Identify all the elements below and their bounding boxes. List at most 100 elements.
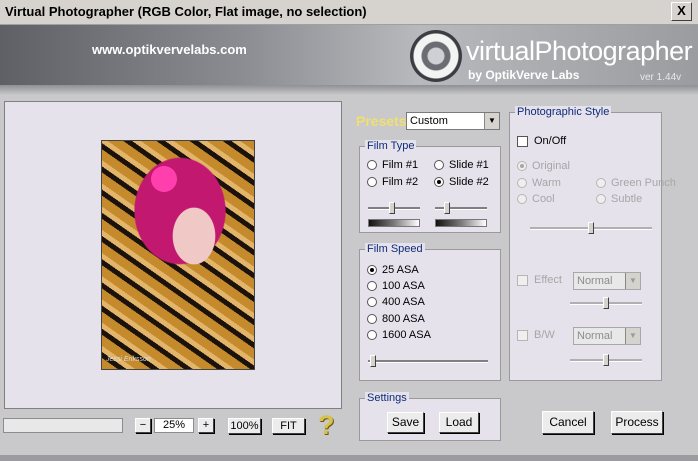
radio-25-asa[interactable]: 25 ASA — [367, 264, 419, 276]
radio-100-asa[interactable]: 100 ASA — [367, 280, 425, 292]
photographic-style-label: Photographic Style — [515, 106, 612, 118]
logo-title: virtualPhotographer — [466, 36, 693, 66]
radio-1600-asa-dot[interactable] — [367, 330, 377, 340]
onoff-checkbox-box[interactable] — [517, 135, 528, 147]
zoom-out-button[interactable]: − — [135, 418, 151, 433]
process-button[interactable]: Process — [611, 411, 663, 434]
photo-content — [102, 141, 254, 369]
logo-lens-icon — [410, 30, 462, 82]
presets-dropdown[interactable]: Custom ▼ — [406, 112, 500, 130]
bw-slider-thumb[interactable] — [603, 354, 609, 366]
zoom-in-button[interactable]: + — [198, 418, 214, 433]
film-speed-slider[interactable] — [368, 355, 488, 367]
style-original-dot[interactable] — [517, 161, 527, 171]
radio-film-2[interactable]: Film #2 — [367, 176, 418, 188]
radio-slide-2-dot[interactable] — [434, 177, 444, 187]
radio-100-asa-dot[interactable] — [367, 281, 377, 291]
slide-gradient-bar — [435, 219, 487, 227]
radio-25-asa-label: 25 ASA — [382, 264, 419, 276]
radio-1600-asa-label: 1600 ASA — [382, 329, 431, 341]
film-type-label: Film Type — [365, 140, 417, 152]
cancel-button[interactable]: Cancel — [542, 411, 594, 434]
title-bar: Virtual Photographer (RGB Color, Flat im… — [0, 0, 698, 25]
onoff-checkbox[interactable]: On/Off — [517, 135, 566, 147]
website-link[interactable]: www.optikvervelabs.com — [92, 42, 247, 57]
bw-value: Normal — [577, 330, 613, 342]
radio-400-asa-label: 400 ASA — [382, 296, 425, 308]
load-button[interactable]: Load — [439, 412, 479, 433]
bw-slider[interactable] — [570, 354, 642, 366]
radio-400-asa-dot[interactable] — [367, 297, 377, 307]
radio-25-asa-dot[interactable] — [367, 265, 377, 275]
window-title: Virtual Photographer (RGB Color, Flat im… — [5, 4, 367, 19]
radio-800-asa-dot[interactable] — [367, 314, 377, 324]
style-warm[interactable]: Warm — [517, 177, 561, 189]
film-gradient-bar — [368, 219, 420, 227]
preview-panel: Jessi Eriksson — [4, 101, 342, 409]
radio-slide-2-label: Slide #2 — [449, 176, 489, 188]
close-button[interactable]: X — [671, 2, 692, 21]
save-button[interactable]: Save — [387, 412, 424, 433]
help-icon[interactable]: ? — [318, 410, 335, 441]
effect-slider-thumb[interactable] — [603, 297, 609, 309]
slide-slider-thumb[interactable] — [444, 202, 450, 214]
style-slider-thumb[interactable] — [588, 222, 594, 234]
style-warm-label: Warm — [532, 177, 561, 189]
settings-label: Settings — [365, 392, 409, 404]
radio-slide-1-label: Slide #1 — [449, 159, 489, 171]
settings-group: Settings — [359, 392, 501, 441]
style-subtle-dot[interactable] — [596, 194, 606, 204]
style-cool-label: Cool — [532, 193, 555, 205]
bw-dropdown[interactable]: Normal ▼ — [573, 327, 641, 345]
film-slider-thumb[interactable] — [389, 202, 395, 214]
radio-slide-1[interactable]: Slide #1 — [434, 159, 489, 171]
radio-film-2-label: Film #2 — [382, 176, 419, 188]
radio-1600-asa[interactable]: 1600 ASA — [367, 329, 431, 341]
bw-label: B/W — [534, 329, 555, 341]
progress-bar — [3, 418, 123, 433]
logo-subtitle: by OptikVerve Labs — [468, 68, 580, 82]
film-slider[interactable] — [368, 202, 420, 214]
style-green-punch-dot[interactable] — [596, 178, 606, 188]
preview-image: Jessi Eriksson — [101, 140, 255, 370]
style-subtle[interactable]: Subtle — [596, 193, 642, 205]
style-green-punch[interactable]: Green Punch — [596, 177, 676, 189]
film-speed-slider-thumb[interactable] — [370, 355, 376, 367]
radio-film-1-label: Film #1 — [382, 159, 419, 171]
film-speed-label: Film Speed — [365, 243, 425, 255]
effect-checkbox-box[interactable] — [517, 274, 528, 286]
effect-slider[interactable] — [570, 297, 642, 309]
radio-slide-1-dot[interactable] — [434, 160, 444, 170]
radio-400-asa[interactable]: 400 ASA — [367, 296, 425, 308]
style-green-punch-label: Green Punch — [611, 177, 676, 189]
bottom-border — [0, 455, 698, 461]
zoom-fit-button[interactable]: FIT — [272, 418, 305, 434]
radio-100-asa-label: 100 ASA — [382, 280, 425, 292]
effect-checkbox[interactable]: Effect — [517, 274, 562, 286]
presets-label: Presets — [356, 113, 407, 129]
plugin-window: Virtual Photographer (RGB Color, Flat im… — [0, 0, 698, 461]
style-cool-dot[interactable] — [517, 194, 527, 204]
effect-dropdown[interactable]: Normal ▼ — [573, 272, 641, 290]
style-original[interactable]: Original — [517, 160, 570, 172]
chevron-down-icon[interactable]: ▼ — [625, 328, 640, 344]
style-cool[interactable]: Cool — [517, 193, 555, 205]
radio-film-1-dot[interactable] — [367, 160, 377, 170]
chevron-down-icon[interactable]: ▼ — [625, 273, 640, 289]
zoom-100-button[interactable]: 100% — [228, 418, 261, 434]
style-slider[interactable] — [530, 222, 652, 234]
chevron-down-icon[interactable]: ▼ — [484, 113, 499, 129]
radio-film-2-dot[interactable] — [367, 177, 377, 187]
radio-slide-2[interactable]: Slide #2 — [434, 176, 489, 188]
style-original-label: Original — [532, 160, 570, 172]
radio-film-1[interactable]: Film #1 — [367, 159, 418, 171]
style-warm-dot[interactable] — [517, 178, 527, 188]
zoom-level: 25% — [154, 418, 194, 433]
photo-signature: Jessi Eriksson — [106, 356, 151, 363]
radio-800-asa-label: 800 ASA — [382, 313, 425, 325]
bw-checkbox-box[interactable] — [517, 329, 528, 341]
bw-checkbox[interactable]: B/W — [517, 329, 555, 341]
effect-value: Normal — [577, 275, 613, 287]
radio-800-asa[interactable]: 800 ASA — [367, 313, 425, 325]
slide-slider[interactable] — [435, 202, 487, 214]
